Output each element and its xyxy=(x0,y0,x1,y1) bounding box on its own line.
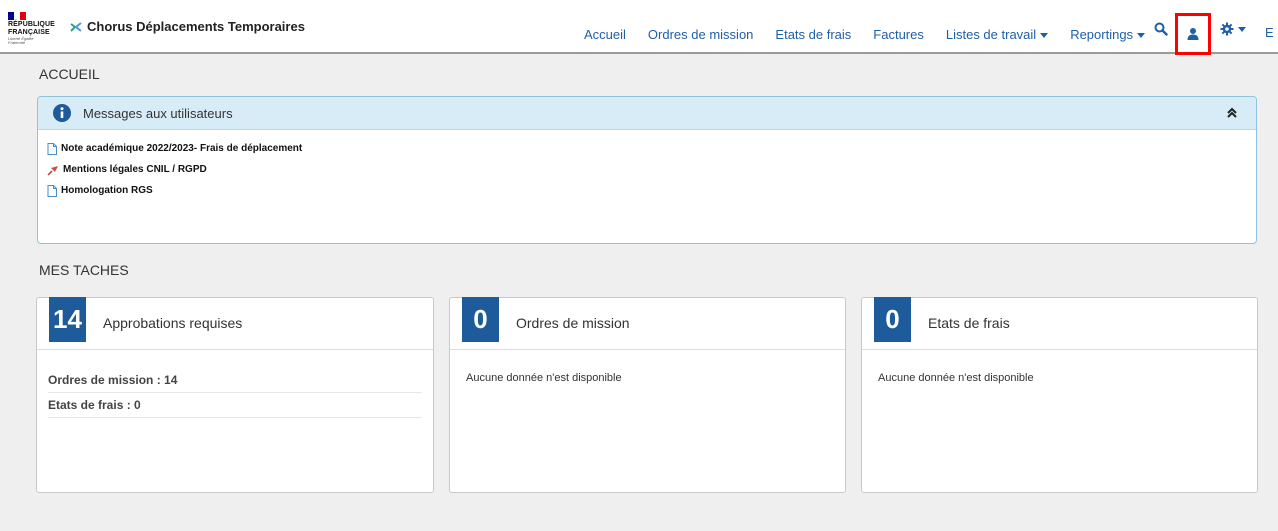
mes-taches-title: MES TACHES xyxy=(39,262,129,278)
chorus-logo-icon xyxy=(70,21,82,32)
messages-list: Note académique 2022/2023- Frais de dépl… xyxy=(38,130,1256,201)
card-title: Etats de frais xyxy=(928,315,1010,331)
caret-down-icon xyxy=(1137,32,1146,38)
nav-factures[interactable]: Factures xyxy=(873,27,924,42)
message-link-mentions-legales[interactable]: Mentions légales CNIL / RGPD xyxy=(47,159,1256,180)
count-badge: 14 xyxy=(49,297,86,342)
card-body: Aucune donnée n'est disponible xyxy=(450,350,845,388)
nav-etats-de-frais[interactable]: Etats de frais xyxy=(775,27,851,42)
messages-panel: Messages aux utilisateurs Note académiqu… xyxy=(37,96,1257,244)
task-card-etats-de-frais: 0 Etats de frais Aucune donnée n'est dis… xyxy=(861,297,1258,493)
messages-panel-header: Messages aux utilisateurs xyxy=(38,97,1256,130)
card-header[interactable]: 0 Etats de frais xyxy=(862,297,1257,350)
nav-etats-label: Etats de frais xyxy=(775,26,852,42)
message-link-label: Mentions légales CNIL / RGPD xyxy=(63,164,207,175)
card-body: Aucune donnée n'est disponible xyxy=(862,350,1257,388)
task-card-approbations: 14 Approbations requises Ordres de missi… xyxy=(36,297,434,493)
card-title: Approbations requises xyxy=(103,315,243,331)
nav-cut-item[interactable]: E xyxy=(1265,25,1274,40)
nav-listes-de-travail[interactable]: Listes de travail xyxy=(945,26,1049,42)
french-flag-icon xyxy=(8,12,26,20)
settings-menu[interactable] xyxy=(1220,22,1246,36)
nav-listes-label: Listes de travail xyxy=(945,26,1037,42)
rf-logo-line1: RÉPUBLIQUE xyxy=(8,21,55,28)
nav-ordres-label: Ordres de mission xyxy=(647,26,754,42)
task-row-ordres-de-mission[interactable]: Ordres de mission : 14 xyxy=(48,368,422,393)
gear-icon xyxy=(1220,22,1234,36)
task-card-ordres-de-mission: 0 Ordres de mission Aucune donnée n'est … xyxy=(449,297,846,493)
caret-down-icon xyxy=(1238,26,1246,32)
user-account-button[interactable] xyxy=(1175,13,1211,55)
nav-factures-label: Factures xyxy=(873,26,924,42)
nav-accueil-label: Accueil xyxy=(584,26,626,42)
rf-logo-line2: FRANÇAISE xyxy=(8,29,50,36)
user-icon xyxy=(1187,28,1199,40)
document-icon xyxy=(47,142,57,155)
rf-logo-motto: Liberté Égalité Fraternité xyxy=(8,36,34,45)
card-header[interactable]: 14 Approbations requises xyxy=(37,297,433,350)
count-badge: 0 xyxy=(462,297,499,342)
card-body: Ordres de mission : 14 Etats de frais : … xyxy=(37,350,433,418)
message-link-label: Note académique 2022/2023- Frais de dépl… xyxy=(61,143,303,154)
app-brand-title: Chorus Déplacements Temporaires xyxy=(87,19,305,34)
republique-francaise-logo: RÉPUBLIQUE FRANÇAISE Liberté Égalité Fra… xyxy=(8,12,55,48)
search-icon[interactable] xyxy=(1154,22,1168,41)
message-link-label: Homologation RGS xyxy=(61,185,153,196)
count-badge: 0 xyxy=(874,297,911,342)
task-row-etats-de-frais[interactable]: Etats de frais : 0 xyxy=(48,393,422,418)
nav-ordres-de-mission[interactable]: Ordres de mission xyxy=(648,27,753,42)
nav-accueil[interactable]: Accueil xyxy=(584,27,626,42)
message-link-note-academique[interactable]: Note académique 2022/2023- Frais de dépl… xyxy=(47,138,1256,159)
messages-panel-title: Messages aux utilisateurs xyxy=(83,105,233,121)
top-navbar: RÉPUBLIQUE FRANÇAISE Liberté Égalité Fra… xyxy=(0,0,1278,55)
app-brand[interactable]: Chorus Déplacements Temporaires xyxy=(70,19,305,34)
document-icon xyxy=(47,184,57,197)
main-nav: Accueil Ordres de mission Etats de frais… xyxy=(573,24,1156,44)
nav-reportings-label: Reportings xyxy=(1070,26,1134,42)
empty-state-text: Aucune donnée n'est disponible xyxy=(466,372,622,384)
empty-state-text: Aucune donnée n'est disponible xyxy=(878,372,1034,384)
card-header[interactable]: 0 Ordres de mission xyxy=(450,297,845,350)
message-link-homologation-rgs[interactable]: Homologation RGS xyxy=(47,180,1256,201)
double-chevron-up-icon[interactable] xyxy=(1226,106,1238,124)
pushpin-icon xyxy=(47,165,58,176)
info-icon xyxy=(53,104,71,122)
card-title: Ordres de mission xyxy=(516,315,630,331)
nav-reportings[interactable]: Reportings xyxy=(1070,26,1146,42)
caret-down-icon xyxy=(1040,32,1049,38)
accueil-title: ACCUEIL xyxy=(39,66,100,82)
